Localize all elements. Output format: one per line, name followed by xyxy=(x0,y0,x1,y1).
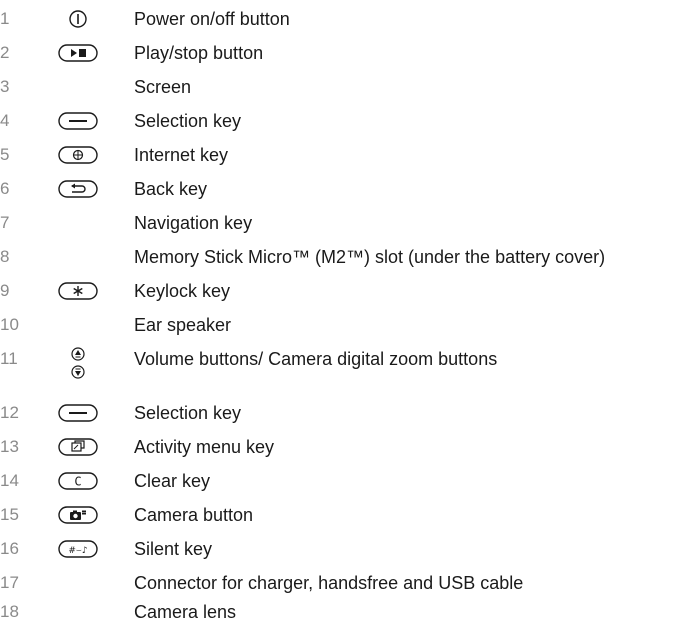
item-number: 13 xyxy=(0,437,19,456)
item-number: 14 xyxy=(0,471,19,490)
item-number: 9 xyxy=(0,281,10,300)
item-number: 4 xyxy=(0,111,10,130)
legend-item: 17 Connector for charger, handsfree and … xyxy=(0,568,698,598)
legend-item: 13 Activity menu key xyxy=(0,432,698,462)
item-label: Ear speaker xyxy=(134,315,232,335)
item-label: Navigation key xyxy=(134,213,253,233)
legend-item: 10 Ear speaker xyxy=(0,310,698,340)
item-number: 10 xyxy=(0,315,19,334)
legend-item: 16 #⌣♪ Silent key xyxy=(0,534,698,564)
internet-key-icon xyxy=(56,140,100,170)
legend-item: 2 Play/stop button xyxy=(0,38,698,68)
legend-item: 8 Memory Stick Micro™ (M2™) slot (under … xyxy=(0,242,698,272)
item-number: 7 xyxy=(0,213,10,232)
item-label: Play/stop button xyxy=(134,43,264,63)
back-key-icon xyxy=(56,174,100,204)
silent-key-icon: #⌣♪ xyxy=(56,534,100,564)
item-number: 15 xyxy=(0,505,19,524)
item-number: 1 xyxy=(0,9,10,28)
item-number: 6 xyxy=(0,179,10,198)
item-number: 8 xyxy=(0,247,10,266)
item-number: 5 xyxy=(0,145,10,164)
item-label: Volume buttons/ Camera digital zoom butt… xyxy=(134,349,498,369)
legend-item: 4 Selection key xyxy=(0,106,698,136)
item-label: Power on/off button xyxy=(134,9,290,29)
item-label: Camera button xyxy=(134,505,254,525)
item-label: Camera lens xyxy=(134,602,237,622)
legend-item: 7 Navigation key xyxy=(0,208,698,238)
item-number: 3 xyxy=(0,77,10,96)
item-label: Selection key xyxy=(134,403,242,423)
keylock-key-icon xyxy=(56,276,100,306)
item-label: Keylock key xyxy=(134,281,231,301)
selection-key-icon xyxy=(56,106,100,136)
power-icon xyxy=(56,4,100,34)
legend-item: 11 Volume buttons/ Camera digital zoom b… xyxy=(0,344,698,388)
legend-item: 18 Camera lens xyxy=(0,597,698,627)
item-number: 2 xyxy=(0,43,10,62)
item-number: 12 xyxy=(0,403,19,422)
clear-key-icon: C xyxy=(56,466,100,496)
item-label: Memory Stick Micro™ (M2™) slot (under th… xyxy=(134,247,606,267)
play-stop-key-icon xyxy=(56,38,100,68)
legend-item: 1 Power on/off button xyxy=(0,4,698,34)
item-number: 16 xyxy=(0,539,19,558)
camera-button-icon xyxy=(56,500,100,530)
legend-item: 14 C Clear key xyxy=(0,466,698,496)
legend-item: 9 Keylock key xyxy=(0,276,698,306)
item-label: Clear key xyxy=(134,471,211,491)
svg-text:C: C xyxy=(74,475,81,489)
selection-key-icon xyxy=(56,398,100,428)
svg-text:#⌣♪: #⌣♪ xyxy=(68,546,87,556)
item-label: Connector for charger, handsfree and USB… xyxy=(134,573,524,593)
item-number: 17 xyxy=(0,573,19,592)
item-label: Silent key xyxy=(134,539,213,559)
legend-item: 6 Back key xyxy=(0,174,698,204)
volume-buttons-icon xyxy=(56,344,100,388)
item-label: Internet key xyxy=(134,145,229,165)
legend-item: 5 Internet key xyxy=(0,140,698,170)
activity-menu-key-icon xyxy=(56,432,100,462)
legend-item: 15 Camera button xyxy=(0,500,698,530)
item-number: 11 xyxy=(0,349,18,368)
item-label: Screen xyxy=(134,77,192,97)
legend-item: 3 Screen xyxy=(0,72,698,102)
item-label: Activity menu key xyxy=(134,437,275,457)
item-number: 18 xyxy=(0,602,19,621)
item-label: Selection key xyxy=(134,111,242,131)
item-label: Back key xyxy=(134,179,208,199)
legend-item: 12 Selection key xyxy=(0,398,698,428)
